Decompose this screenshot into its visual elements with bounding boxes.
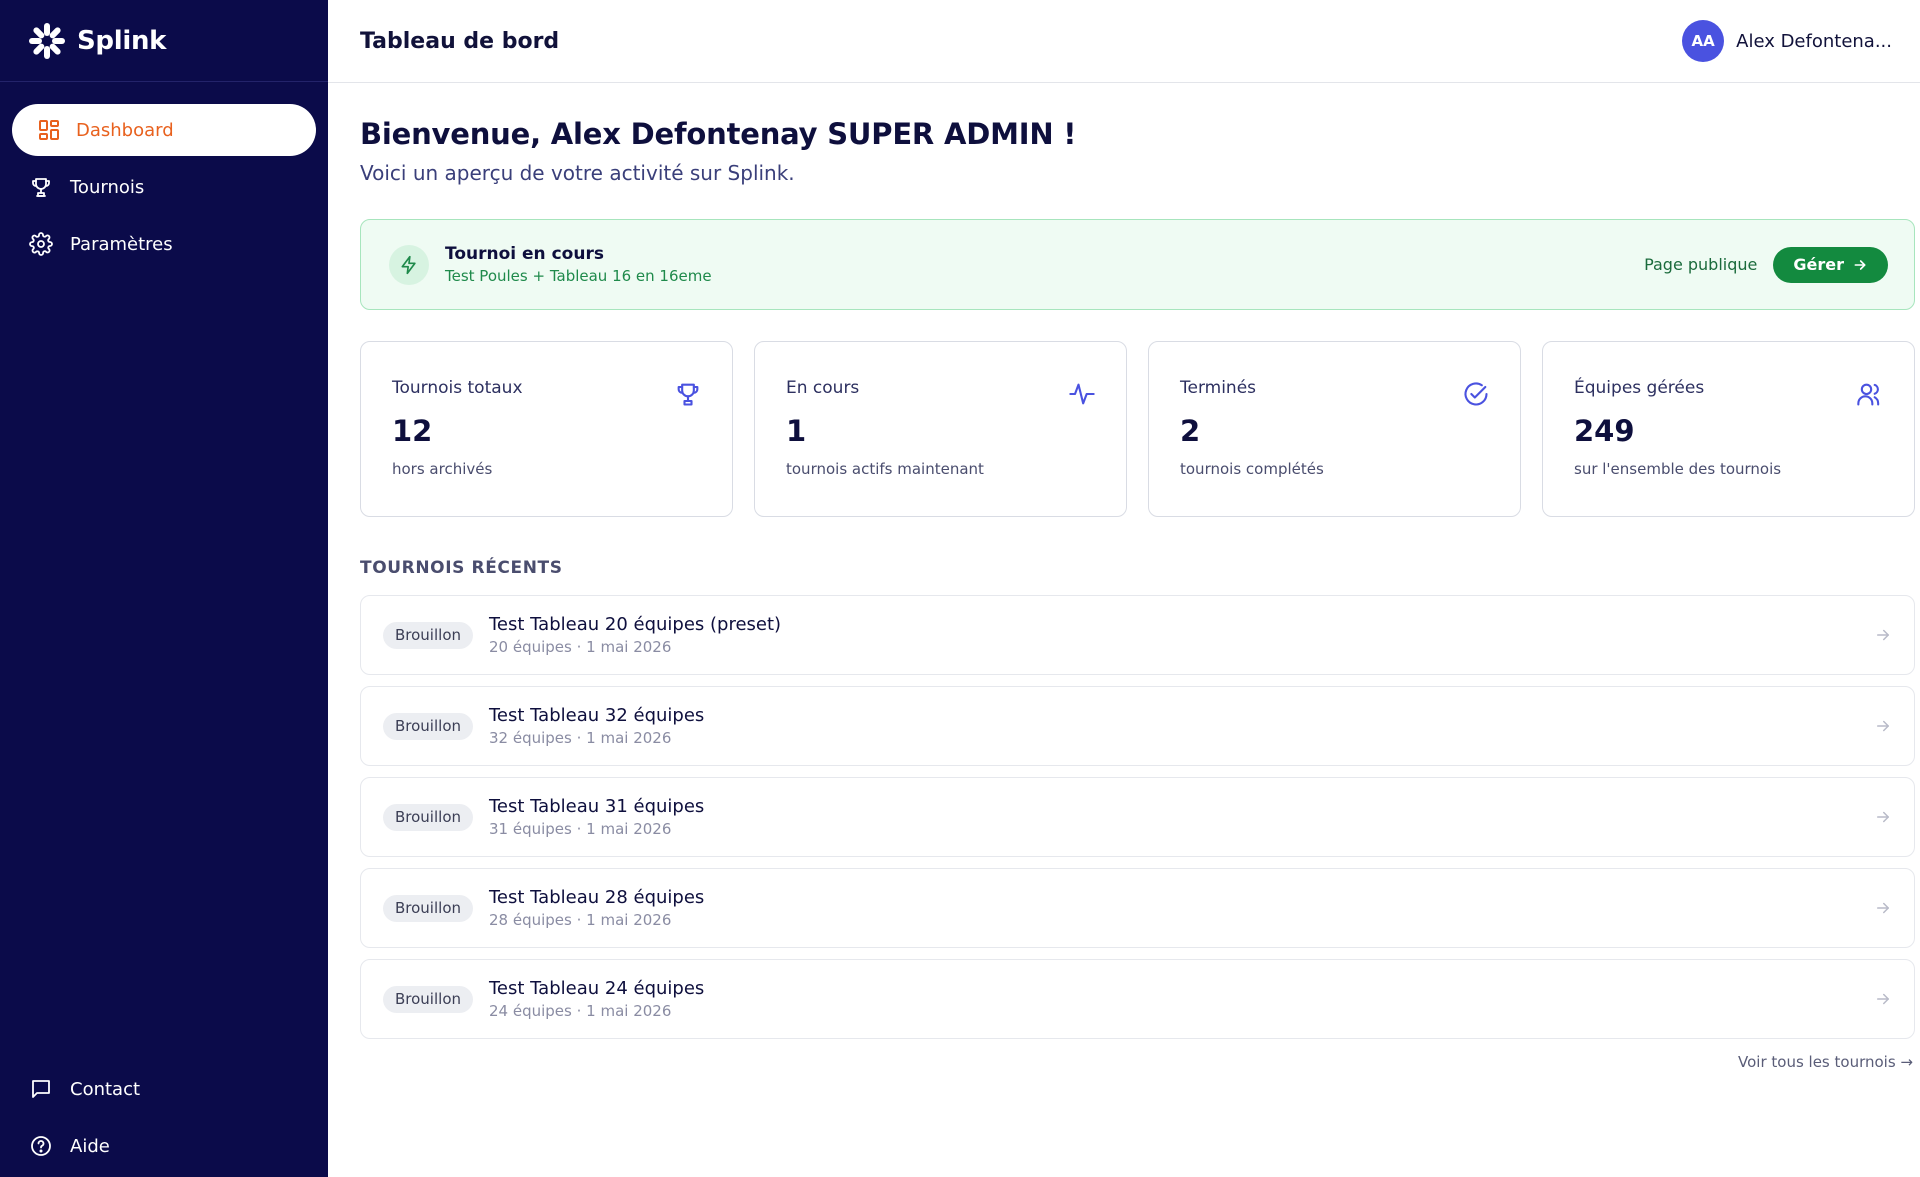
brand-name: Splink bbox=[77, 25, 167, 56]
stat-card-teams: Équipes gérées 249 sur l'ensemble des to… bbox=[1542, 341, 1915, 517]
tournament-title: Test Tableau 28 équipes bbox=[489, 887, 705, 908]
status-badge: Brouillon bbox=[383, 894, 473, 922]
recent-tournaments-title: TOURNOIS RÉCENTS bbox=[360, 558, 563, 578]
sidebar-item-label: Paramètres bbox=[70, 233, 173, 255]
sidebar-item-label: Aide bbox=[70, 1135, 110, 1157]
user-menu[interactable]: AA Alex Defontena... bbox=[1682, 20, 1892, 62]
sidebar-item-label: Dashboard bbox=[76, 119, 174, 141]
tournament-row[interactable]: Brouillon Test Tableau 24 équipes 24 équ… bbox=[360, 959, 1915, 1039]
topbar: Tableau de bord AA Alex Defontena... bbox=[328, 0, 1920, 83]
live-tournament-title: Tournoi en cours bbox=[445, 244, 604, 264]
tournament-row[interactable]: Brouillon Test Tableau 32 équipes 32 équ… bbox=[360, 686, 1915, 766]
users-icon bbox=[1857, 383, 1880, 406]
status-badge: Brouillon bbox=[383, 712, 473, 740]
tournament-title: Test Tableau 31 équipes bbox=[489, 796, 705, 817]
tournament-title: Test Tableau 32 équipes bbox=[489, 705, 705, 726]
stat-value: 12 bbox=[392, 414, 433, 448]
status-badge: Brouillon bbox=[383, 621, 473, 649]
arrow-right-icon bbox=[1877, 902, 1889, 914]
sidebar-item-label: Tournois bbox=[70, 176, 145, 198]
page-title: Tableau de bord bbox=[360, 28, 560, 54]
sidebar-item-parametres[interactable]: Paramètres bbox=[2, 218, 316, 270]
manage-button[interactable]: Gérer bbox=[1773, 246, 1888, 283]
check-circle-icon bbox=[1464, 382, 1488, 406]
message-icon bbox=[28, 1076, 54, 1102]
tournament-meta: 24 équipes · 1 mai 2026 bbox=[489, 1002, 672, 1020]
main-nav: Dashboard Tournois Paramètres bbox=[0, 82, 328, 270]
status-badge: Brouillon bbox=[383, 803, 473, 831]
tournament-meta: 31 équipes · 1 mai 2026 bbox=[489, 820, 672, 838]
status-badge: Brouillon bbox=[383, 985, 473, 1013]
sidebar-item-label: Contact bbox=[70, 1078, 141, 1100]
tournament-meta: 20 équipes · 1 mai 2026 bbox=[489, 638, 672, 656]
stat-label: En cours bbox=[786, 378, 860, 398]
arrow-right-icon bbox=[1877, 629, 1889, 641]
brand[interactable]: Splink bbox=[0, 0, 328, 82]
arrow-right-icon bbox=[1854, 259, 1866, 270]
stat-label: Équipes gérées bbox=[1574, 378, 1705, 398]
stat-card-total: Tournois totaux 12 hors archivés bbox=[360, 341, 733, 517]
main-content: Bienvenue, Alex Defontenay SUPER ADMIN !… bbox=[360, 83, 1915, 1071]
tournament-meta: 28 équipes · 1 mai 2026 bbox=[489, 911, 672, 929]
stat-card-finished: Terminés 2 tournois complétés bbox=[1148, 341, 1521, 517]
stats-row: Tournois totaux 12 hors archivés En cour… bbox=[360, 341, 1915, 517]
arrow-right-icon bbox=[1877, 811, 1889, 823]
welcome-subtitle: Voici un aperçu de votre activité sur Sp… bbox=[360, 161, 795, 185]
tournament-row[interactable]: Brouillon Test Tableau 31 équipes 31 équ… bbox=[360, 777, 1915, 857]
stat-value: 2 bbox=[1180, 414, 1201, 448]
recent-tournaments-list: Brouillon Test Tableau 20 équipes (prese… bbox=[360, 595, 1915, 1039]
tournament-row[interactable]: Brouillon Test Tableau 28 équipes 28 équ… bbox=[360, 868, 1915, 948]
welcome-title: Bienvenue, Alex Defontenay SUPER ADMIN ! bbox=[360, 117, 1077, 151]
sidebar-item-aide[interactable]: Aide bbox=[2, 1120, 316, 1172]
trophy-icon bbox=[28, 174, 54, 200]
stat-value: 249 bbox=[1574, 414, 1635, 448]
sidebar-item-tournois[interactable]: Tournois bbox=[2, 161, 316, 213]
arrow-right-icon bbox=[1877, 993, 1889, 1005]
stat-value: 1 bbox=[786, 414, 807, 448]
tournament-title: Test Tableau 20 équipes (preset) bbox=[489, 614, 782, 635]
sidebar: Splink Dashboard Tournois Paramètres Con… bbox=[0, 0, 328, 1177]
avatar: AA bbox=[1682, 20, 1725, 62]
tournament-row[interactable]: Brouillon Test Tableau 20 équipes (prese… bbox=[360, 595, 1915, 675]
lightning-icon bbox=[389, 244, 429, 285]
stat-desc: sur l'ensemble des tournois bbox=[1574, 460, 1782, 478]
public-page-link[interactable]: Page publique bbox=[1644, 255, 1757, 274]
live-tournament-name: Test Poules + Tableau 16 en 16eme bbox=[445, 267, 712, 285]
sidebar-bottom-nav: Contact Aide bbox=[0, 1063, 328, 1177]
splink-logo-icon bbox=[29, 22, 65, 59]
stat-card-ongoing: En cours 1 tournois actifs maintenant bbox=[754, 341, 1127, 517]
stat-desc: hors archivés bbox=[392, 460, 493, 478]
user-name: Alex Defontena... bbox=[1736, 30, 1892, 52]
dashboard-grid-icon bbox=[36, 117, 62, 143]
trophy-icon bbox=[677, 383, 699, 406]
tournament-title: Test Tableau 24 équipes bbox=[489, 978, 705, 999]
live-tournament-banner: Tournoi en cours Test Poules + Tableau 1… bbox=[360, 219, 1915, 310]
stat-desc: tournois complétés bbox=[1180, 460, 1324, 478]
sidebar-item-contact[interactable]: Contact bbox=[2, 1063, 316, 1115]
gear-icon bbox=[28, 231, 54, 257]
sidebar-item-dashboard[interactable]: Dashboard bbox=[12, 104, 316, 156]
stat-label: Terminés bbox=[1180, 378, 1257, 398]
stat-label: Tournois totaux bbox=[392, 378, 523, 398]
stat-desc: tournois actifs maintenant bbox=[786, 460, 984, 478]
arrow-right-icon bbox=[1877, 720, 1889, 732]
help-icon bbox=[28, 1133, 54, 1159]
tournament-meta: 32 équipes · 1 mai 2026 bbox=[489, 729, 672, 747]
see-all-tournaments-link[interactable]: Voir tous les tournois → bbox=[360, 1053, 1915, 1071]
activity-icon bbox=[1069, 383, 1095, 405]
manage-button-label: Gérer bbox=[1793, 255, 1844, 274]
